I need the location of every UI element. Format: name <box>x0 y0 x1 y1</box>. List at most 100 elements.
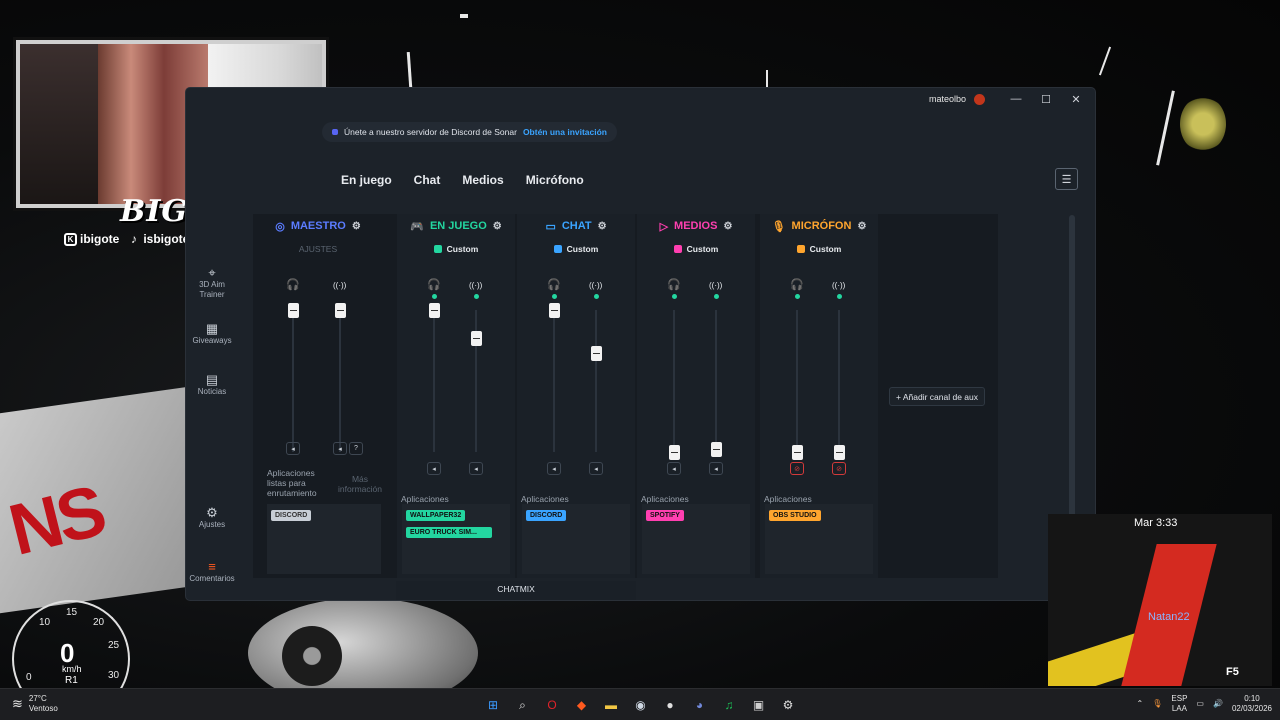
more-info-link[interactable]: Más información <box>335 474 385 494</box>
channel-header: 🎙 MICRÓFON ⚙ <box>760 214 878 238</box>
minimize-button[interactable]: — <box>1001 93 1031 105</box>
preset-selector[interactable]: AJUSTES <box>253 244 383 254</box>
weather-widget[interactable]: ≋ 27°C Ventoso <box>12 694 58 714</box>
app-chip[interactable]: DISCORD <box>526 510 567 521</box>
chevron-up-icon[interactable]: ⌃ <box>1137 699 1144 709</box>
apps-dropzone: OBS STUDIO <box>765 504 873 574</box>
menu-button[interactable]: ☰ <box>1055 168 1078 190</box>
volume-slider[interactable] <box>591 345 602 361</box>
tab-chat[interactable]: Chat <box>414 173 441 187</box>
windows-icon[interactable]: ⊞ <box>484 696 502 714</box>
app-name: OBS STUDIO <box>773 512 817 519</box>
avatar[interactable] <box>974 93 985 105</box>
gear-icon[interactable]: ⚙ <box>493 221 502 232</box>
muted-button[interactable]: ⊘ <box>790 462 804 475</box>
scrollbar[interactable] <box>1069 215 1075 553</box>
mute-button[interactable]: ◂ <box>589 462 603 475</box>
light-streak <box>460 14 468 18</box>
tab-en-juego[interactable]: En juego <box>341 173 392 187</box>
app-chip[interactable]: OBS STUDIO <box>769 510 821 521</box>
mute-button[interactable]: ◂ <box>709 462 723 475</box>
sidebar-item-comentarios[interactable]: ≡ Comentarios <box>186 560 238 584</box>
gear-icon[interactable]: ⚙ <box>598 221 607 232</box>
sidebar-item-ajustes[interactable]: ⚙ Ajustes <box>186 505 238 530</box>
search-icon[interactable]: ⌕ <box>514 696 532 714</box>
volume-slider[interactable] <box>834 445 845 460</box>
discord-icon[interactable]: ◕ <box>691 696 709 714</box>
opera-icon[interactable]: O <box>543 696 561 714</box>
volume-slider[interactable] <box>669 445 680 460</box>
mic-icon[interactable]: 🎙 <box>1152 699 1162 709</box>
invite-link[interactable]: Obtén una invitación <box>523 127 607 137</box>
sonar-window: mateolbo — ☐ ✕ Únete a nuestro servidor … <box>186 88 1095 600</box>
preset-name: Custom <box>446 244 479 254</box>
hearing-button[interactable]: ? <box>349 442 363 455</box>
speed-tick: 15 <box>66 607 78 618</box>
volume-slider[interactable] <box>471 331 482 347</box>
mute-button[interactable]: ◂ <box>427 462 441 475</box>
preset-selector[interactable]: Custom <box>760 244 878 254</box>
language-indicator[interactable]: ESP LAA <box>1171 694 1187 714</box>
channel-name: EN JUEGO <box>429 220 487 232</box>
maximize-button[interactable]: ☐ <box>1031 93 1061 106</box>
close-button[interactable]: ✕ <box>1061 93 1091 106</box>
volume-slider[interactable] <box>792 445 803 460</box>
gear-icon[interactable]: ⚙ <box>723 221 732 232</box>
steam-icon[interactable]: ◉ <box>632 696 650 714</box>
kick-icon: K <box>64 232 77 246</box>
network-icon[interactable]: ▭ <box>1196 699 1204 709</box>
volume-slider[interactable] <box>335 303 346 318</box>
preset-selector[interactable]: Custom <box>637 244 755 254</box>
sidebar-item-giveaways[interactable]: ▦ Giveaways <box>186 322 238 346</box>
app-chip[interactable]: EURO TRUCK SIM... <box>406 527 492 538</box>
gear-icon[interactable]: ⚙ <box>857 221 866 232</box>
news-icon: ▤ <box>205 372 219 387</box>
volume-icon[interactable]: 🔊 <box>1213 699 1223 709</box>
mute-button[interactable]: ◂ <box>469 462 483 475</box>
spotify-icon[interactable]: ♫ <box>720 696 738 714</box>
tab-microfono[interactable]: Micrófono <box>526 173 584 187</box>
mute-button[interactable]: ◂ <box>667 462 681 475</box>
app-name: DISCORD <box>530 512 563 519</box>
preset-selector[interactable]: Custom <box>397 244 515 254</box>
volume-slider[interactable] <box>711 442 722 458</box>
active-indicator <box>552 294 557 299</box>
brave-icon[interactable]: ◆ <box>573 696 591 714</box>
channel-header: 🎮 EN JUEGO ⚙ <box>397 214 515 238</box>
folder-icon[interactable]: ▬ <box>602 696 620 714</box>
mute-button[interactable]: ◂ <box>286 442 300 455</box>
volume-track <box>595 310 597 452</box>
sonar-icon[interactable]: ⚙ <box>779 696 797 714</box>
app-chip[interactable]: WALLPAPER32 <box>406 510 466 521</box>
tiktok-icon: ♪ <box>130 232 137 246</box>
volume-track <box>339 310 341 452</box>
volume-slider[interactable] <box>288 303 299 318</box>
app-chip[interactable]: DISCORD <box>271 510 312 521</box>
channel-name: CHAT <box>561 220 592 232</box>
mute-button[interactable]: ◂ <box>547 462 561 475</box>
channel-header: ▭ CHAT ⚙ <box>517 214 635 238</box>
volume-slider[interactable] <box>429 303 440 318</box>
volume-slider[interactable] <box>549 303 560 318</box>
active-indicator <box>432 294 437 299</box>
app-chip[interactable]: SPOTIFY <box>646 510 684 521</box>
chat-icon: ▭ <box>545 220 556 233</box>
sidebar-item-aim-trainer[interactable]: ⌖ 3D Aim Trainer <box>186 266 238 300</box>
light-streak <box>406 51 413 89</box>
clock[interactable]: 0:10 02/03/2026 <box>1232 694 1272 714</box>
sidebar-item-noticias[interactable]: ▤ Noticias <box>186 372 238 397</box>
gear-icon[interactable]: ⚙ <box>352 221 361 232</box>
app-name: EURO TRUCK SIM... <box>410 529 477 536</box>
preset-name: Custom <box>686 244 719 254</box>
preset-selector[interactable]: Custom <box>517 244 635 254</box>
wind-icon: ≋ <box>12 696 23 711</box>
muted-button[interactable]: ⊘ <box>832 462 846 475</box>
mute-button[interactable]: ◂ <box>333 442 347 455</box>
tab-medios[interactable]: Medios <box>462 173 503 187</box>
active-indicator <box>594 294 599 299</box>
microphone-icon: 🎙 <box>771 220 786 233</box>
add-aux-channel-button[interactable]: + Añadir canal de aux <box>889 387 985 406</box>
obs-icon[interactable]: ● <box>661 696 679 714</box>
truck-icon[interactable]: ▣ <box>750 696 768 714</box>
gear-icon: ⚙ <box>206 505 218 520</box>
